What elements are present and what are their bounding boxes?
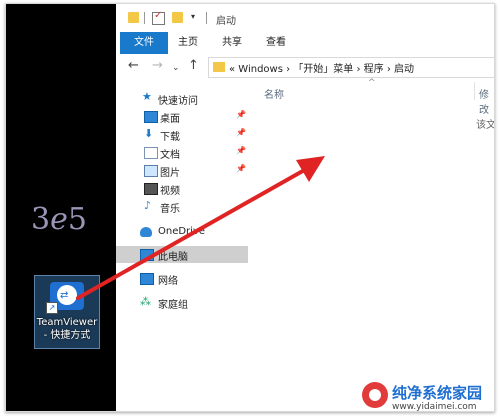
site-logo-icon [362, 382, 388, 408]
network-icon [140, 273, 154, 285]
screenshot-frame: 3ℯ5 ⇄ ↗ TeamViewer - 快捷方式 ▾ 启动 文件 主页 共享 … [5, 3, 495, 412]
picture-icon [144, 165, 158, 177]
divider [206, 12, 207, 24]
up-arrow-icon[interactable]: ↑ [188, 58, 199, 74]
teamviewer-shortcut[interactable]: ⇄ ↗ TeamViewer - 快捷方式 [34, 275, 100, 349]
address-bar[interactable]: « Windows › 「开始」菜单 › 程序 › 启动 [208, 57, 494, 78]
pin-icon: 📌 [236, 146, 246, 155]
nav-item-label: 家庭组 [158, 300, 188, 311]
nav-item-network[interactable]: 网络 [116, 270, 248, 287]
nav-item-videos[interactable]: 视频 [116, 180, 248, 197]
site-url: www.yidaimei.com [392, 402, 477, 412]
shortcut-label: TeamViewer - 快捷方式 [35, 316, 99, 342]
tab-view[interactable]: 查看 [260, 32, 292, 54]
tab-share[interactable]: 共享 [216, 32, 248, 54]
star-icon: ★ [142, 90, 152, 103]
nav-item-this-pc[interactable]: 此电脑 [116, 246, 248, 263]
recent-chevron-icon[interactable]: ⌄ [172, 60, 180, 76]
download-icon: ⬇ [144, 127, 154, 140]
shortcut-label-line2: - 快捷方式 [43, 330, 91, 341]
new-folder-icon[interactable] [172, 12, 183, 23]
column-header-name[interactable]: 名称 [264, 86, 284, 101]
nav-item-onedrive[interactable]: OneDrive [116, 224, 248, 241]
site-logo: 纯净系统家园 www.yidaimei.com [362, 380, 496, 416]
nav-item-documents[interactable]: 文档 📌 [116, 144, 248, 161]
empty-folder-text: 该文 [476, 120, 495, 131]
properties-icon[interactable] [152, 10, 165, 25]
homegroup-icon: ⁂ [140, 295, 151, 308]
title-bar: ▾ 启动 [116, 4, 494, 33]
window-title: 启动 [216, 16, 236, 27]
tab-home[interactable]: 主页 [172, 32, 204, 54]
forward-arrow-icon[interactable]: → [152, 58, 163, 74]
customize-chevron-icon[interactable]: ▾ [191, 12, 195, 21]
nav-item-label: 视频 [160, 186, 180, 197]
column-divider[interactable] [474, 82, 475, 100]
nav-item-downloads[interactable]: ⬇ 下载 📌 [116, 126, 248, 143]
video-icon [144, 183, 158, 195]
address-path: « Windows › 「开始」菜单 › 程序 › 启动 [229, 64, 415, 75]
divider [144, 12, 145, 24]
navigation-pane: ★ 快速访问 桌面 📌 ⬇ 下载 📌 文档 📌 图片 📌 视频 ♪ 音乐 One… [116, 80, 248, 411]
desktop-icon [144, 111, 158, 123]
nav-item-label: 此电脑 [158, 252, 188, 263]
nav-item-label: 音乐 [160, 204, 180, 215]
nav-item-label: 下载 [160, 132, 180, 143]
back-arrow-icon[interactable]: ← [128, 58, 139, 74]
pin-icon: 📌 [236, 110, 246, 119]
navigation-bar: ← → ⌄ ↑ « Windows › 「开始」菜单 › 程序 › 启动 [116, 54, 494, 81]
shortcut-label-line1: TeamViewer [36, 317, 98, 328]
document-icon [144, 147, 158, 159]
computer-icon [140, 249, 154, 261]
file-list[interactable]: 名称 ^ 修改 该文 [248, 78, 495, 411]
nav-item-music[interactable]: ♪ 音乐 [116, 198, 248, 215]
nav-item-label: 桌面 [160, 114, 180, 125]
nav-item-label: 快速访问 [158, 96, 198, 107]
nav-item-label: OneDrive [158, 226, 206, 237]
nav-item-label: 图片 [160, 168, 180, 179]
pin-icon: 📌 [236, 128, 246, 137]
sort-chevron-icon: ^ [368, 78, 376, 88]
nav-item-desktop[interactable]: 桌面 📌 [116, 108, 248, 125]
cloud-icon [140, 227, 152, 237]
nav-item-quick-access[interactable]: ★ 快速访问 [116, 90, 248, 107]
nav-item-pictures[interactable]: 图片 📌 [116, 162, 248, 179]
folder-icon [128, 12, 139, 23]
nav-item-label: 网络 [158, 276, 178, 287]
music-icon: ♪ [144, 199, 152, 212]
explorer-window: ▾ 启动 文件 主页 共享 查看 ← → ⌄ ↑ « Windows › 「开始… [116, 4, 494, 411]
ribbon: 文件 主页 共享 查看 [116, 32, 494, 55]
folder-icon [213, 62, 225, 72]
nav-item-label: 文档 [160, 150, 180, 161]
column-header-modified[interactable]: 修改 [479, 86, 494, 116]
tab-file[interactable]: 文件 [120, 32, 168, 54]
teamviewer-icon: ⇄ ↗ [46, 282, 84, 314]
pin-icon: 📌 [236, 164, 246, 173]
site-name: 纯净系统家园 [392, 384, 483, 402]
nav-item-homegroup[interactable]: ⁂ 家庭组 [116, 294, 248, 311]
